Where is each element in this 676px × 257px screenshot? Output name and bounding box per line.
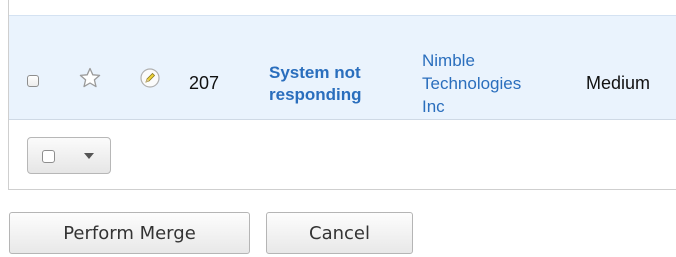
records-list-panel: 207 System not responding Nimble Technol…	[8, 0, 676, 190]
perform-merge-button[interactable]: Perform Merge	[9, 212, 250, 254]
table-row[interactable]: 207 System not responding Nimble Technol…	[9, 15, 676, 120]
star-outline-icon[interactable]	[78, 66, 102, 90]
row-select-checkbox[interactable]	[27, 75, 39, 87]
mass-select-dropdown[interactable]	[27, 137, 111, 174]
pencil-icon[interactable]	[140, 68, 160, 88]
account-link[interactable]: Nimble Technologies Inc	[422, 49, 582, 118]
checkbox-dropdown-icon	[42, 150, 55, 163]
record-number: 207	[189, 73, 220, 93]
priority-value: Medium	[586, 73, 651, 93]
subject-link[interactable]: System not responding	[269, 62, 409, 106]
caret-down-icon	[84, 153, 94, 159]
cancel-button[interactable]: Cancel	[266, 212, 413, 254]
